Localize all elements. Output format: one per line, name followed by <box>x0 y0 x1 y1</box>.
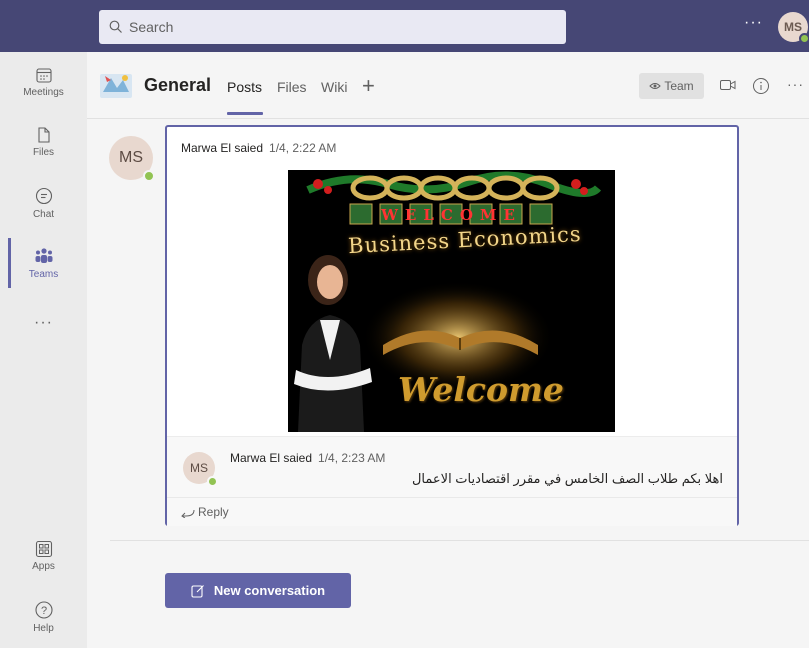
apps-icon <box>35 540 52 558</box>
reply-author-avatar[interactable]: MS <box>183 452 218 487</box>
reply-arrow-icon <box>181 509 195 519</box>
post-author: Marwa El saied <box>181 141 264 155</box>
channel-more-icon[interactable]: ··· <box>787 76 804 92</box>
rail-label-meetings: Meetings <box>23 87 64 98</box>
profile-avatar[interactable]: MS <box>778 12 809 44</box>
top-bar: Search ··· MS <box>0 0 809 52</box>
help-icon: ? <box>34 601 53 619</box>
chat-icon <box>35 187 52 205</box>
compose-icon <box>191 584 204 598</box>
presence-available-icon <box>799 33 809 44</box>
conversation-divider <box>110 540 809 541</box>
rail-item-apps[interactable]: Apps <box>0 540 87 572</box>
reply-button-label: Reply <box>198 505 229 519</box>
image-footer-text: Welcome <box>398 370 564 409</box>
new-conversation-label: New conversation <box>213 583 326 598</box>
rail-label-help: Help <box>33 623 54 634</box>
team-button[interactable]: Team <box>639 73 704 99</box>
rail-label-apps: Apps <box>32 561 55 572</box>
post-author-avatar[interactable]: MS <box>109 136 155 182</box>
reply-row: Reply <box>167 497 737 525</box>
reply-message: اهلا بكم طلاب الصف الخامس في مقرر اقتصاد… <box>411 471 723 486</box>
info-icon[interactable] <box>752 77 770 95</box>
svg-text:?: ? <box>40 605 46 617</box>
rail-item-files[interactable]: Files <box>0 126 87 158</box>
post-timestamp: 1/4, 2:22 AM <box>269 141 337 155</box>
add-tab-icon[interactable]: + <box>362 73 375 99</box>
channel-title: General <box>144 75 212 95</box>
rail-label-files: Files <box>32 147 55 158</box>
rail-item-meetings[interactable]: Meetings <box>0 66 87 98</box>
video-call-icon[interactable] <box>719 77 737 93</box>
calendar-icon <box>35 68 52 83</box>
more-apps-icon[interactable]: ··· <box>0 314 87 332</box>
profile-initials: MS <box>784 20 802 34</box>
rail-item-help[interactable]: ? Help <box>0 600 87 634</box>
tab-posts[interactable]: Posts <box>227 79 262 95</box>
app-bar: Meetings Files Chat Teams ··· Apps ? Hel… <box>0 52 87 648</box>
reply-thread: MS Marwa El saied 1/4, 2:23 AM اهلا بكم ط… <box>167 436 737 526</box>
tab-wiki[interactable]: Wiki <box>321 79 347 95</box>
welcome-image[interactable]: WELCOME Business Economics Welcome <box>288 170 615 432</box>
search-icon <box>109 20 122 33</box>
post-header: Marwa El saied 1/4, 2:22 AM <box>181 141 336 155</box>
eye-icon <box>649 83 662 89</box>
image-banner-text: WELCOME <box>381 206 522 224</box>
search-placeholder: Search <box>129 19 174 35</box>
teams-icon <box>35 248 52 263</box>
reply-button[interactable]: Reply <box>181 505 229 519</box>
presence-available-icon <box>143 170 155 182</box>
post-author-initials: MS <box>119 149 143 166</box>
rail-item-teams[interactable]: Teams <box>0 246 87 280</box>
team-button-label: Team <box>664 79 694 93</box>
tab-files[interactable]: Files <box>277 79 307 95</box>
search-box[interactable]: Search <box>99 10 566 44</box>
reply-header: Marwa El saied 1/4, 2:23 AM <box>230 451 385 465</box>
conversation-post[interactable]: Marwa El saied 1/4, 2:22 AM WELCOME Busi… <box>165 125 739 526</box>
team-logo-icon[interactable] <box>99 70 133 100</box>
reply-timestamp: 1/4, 2:23 AM <box>318 451 386 465</box>
rail-item-chat[interactable]: Chat <box>0 186 87 220</box>
reply-author-initials: MS <box>190 461 208 475</box>
file-icon <box>37 127 50 143</box>
rail-label-chat: Chat <box>32 209 55 220</box>
reply-author: Marwa El saied <box>230 451 313 465</box>
tab-active-underline <box>227 112 263 115</box>
rail-label-teams: Teams <box>28 269 59 280</box>
more-options-icon[interactable]: ··· <box>744 14 763 32</box>
new-conversation-button[interactable]: New conversation <box>165 573 351 608</box>
presence-available-icon <box>207 476 218 487</box>
channel-header: General Posts Files Wiki + Team ··· <box>87 52 809 119</box>
